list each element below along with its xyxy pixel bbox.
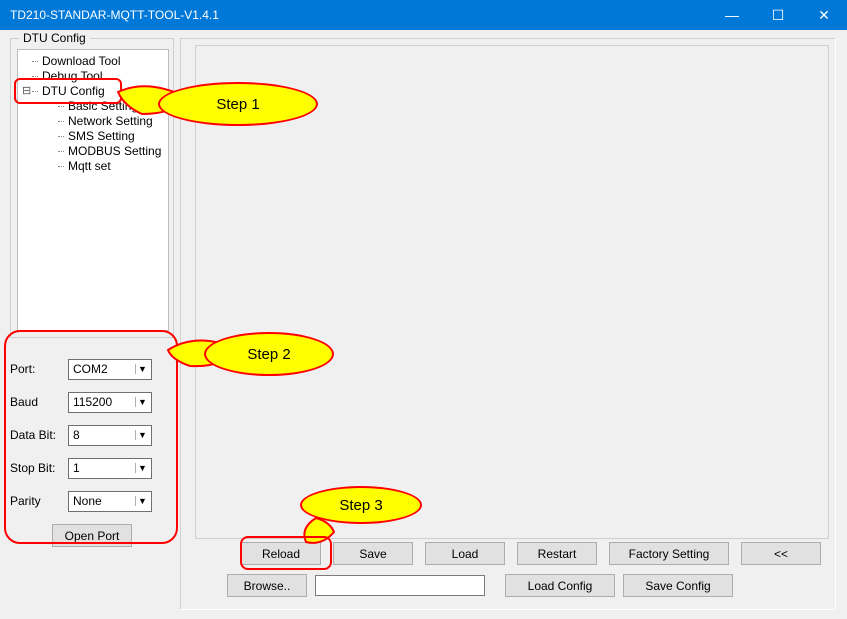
tree-item-network-setting[interactable]: Network Setting bbox=[22, 114, 164, 129]
right-panel: Reload Save Load Restart Factory Setting… bbox=[180, 38, 836, 610]
databit-value: 8 bbox=[73, 428, 80, 442]
parity-value: None bbox=[73, 494, 102, 508]
port-settings: Port: COM2 ▼ Baud 115200 ▼ Data Bit: 8 ▼ bbox=[10, 356, 174, 547]
tree-group-label: DTU Config bbox=[19, 31, 90, 45]
tree-item-basic-setting[interactable]: Basic Setting bbox=[22, 99, 164, 114]
stopbit-select[interactable]: 1 ▼ bbox=[68, 458, 152, 479]
chevron-down-icon: ▼ bbox=[135, 496, 149, 506]
browse-button[interactable]: Browse.. bbox=[227, 574, 307, 597]
chevron-down-icon: ▼ bbox=[135, 430, 149, 440]
tree-item-dtu-config[interactable]: DTU Config bbox=[22, 84, 164, 99]
restart-button[interactable]: Restart bbox=[517, 542, 597, 565]
port-label: Port: bbox=[10, 362, 68, 376]
titlebar: TD210-STANDAR-MQTT-TOOL-V1.4.1 — ☐ ✕ bbox=[0, 0, 847, 30]
parity-label: Parity bbox=[10, 494, 68, 508]
back-button[interactable]: << bbox=[741, 542, 821, 565]
databit-select[interactable]: 8 ▼ bbox=[68, 425, 152, 446]
databit-label: Data Bit: bbox=[10, 428, 68, 442]
parity-select[interactable]: None ▼ bbox=[68, 491, 152, 512]
stopbit-value: 1 bbox=[73, 461, 80, 475]
stopbit-label: Stop Bit: bbox=[10, 461, 68, 475]
reload-button[interactable]: Reload bbox=[241, 542, 321, 565]
content-frame bbox=[195, 45, 829, 539]
port-select[interactable]: COM2 ▼ bbox=[68, 359, 152, 380]
tree-item-download-tool[interactable]: Download Tool bbox=[22, 54, 164, 69]
close-button[interactable]: ✕ bbox=[801, 0, 847, 30]
load-button[interactable]: Load bbox=[425, 542, 505, 565]
baud-value: 115200 bbox=[73, 395, 112, 409]
port-value: COM2 bbox=[73, 362, 108, 376]
chevron-down-icon: ▼ bbox=[135, 364, 149, 374]
save-config-button[interactable]: Save Config bbox=[623, 574, 733, 597]
minimize-button[interactable]: — bbox=[709, 0, 755, 30]
tree-item-sms-setting[interactable]: SMS Setting bbox=[22, 129, 164, 144]
baud-select[interactable]: 115200 ▼ bbox=[68, 392, 152, 413]
tree-view[interactable]: Download Tool Debug Tool DTU Config Basi… bbox=[17, 49, 169, 331]
open-port-button[interactable]: Open Port bbox=[52, 524, 132, 547]
tree-item-mqtt-set[interactable]: Mqtt set bbox=[22, 159, 164, 174]
chevron-down-icon: ▼ bbox=[135, 397, 149, 407]
window-title: TD210-STANDAR-MQTT-TOOL-V1.4.1 bbox=[10, 8, 219, 22]
factory-setting-button[interactable]: Factory Setting bbox=[609, 542, 729, 565]
path-input[interactable] bbox=[315, 575, 485, 596]
maximize-button[interactable]: ☐ bbox=[755, 0, 801, 30]
left-panel: DTU Config Download Tool Debug Tool DTU … bbox=[10, 38, 174, 610]
baud-label: Baud bbox=[10, 395, 68, 409]
tree-item-debug-tool[interactable]: Debug Tool bbox=[22, 69, 164, 84]
tree-groupbox: DTU Config Download Tool Debug Tool DTU … bbox=[10, 38, 174, 338]
tree-item-modbus-setting[interactable]: MODBUS Setting bbox=[22, 144, 164, 159]
save-button[interactable]: Save bbox=[333, 542, 413, 565]
chevron-down-icon: ▼ bbox=[135, 463, 149, 473]
load-config-button[interactable]: Load Config bbox=[505, 574, 615, 597]
